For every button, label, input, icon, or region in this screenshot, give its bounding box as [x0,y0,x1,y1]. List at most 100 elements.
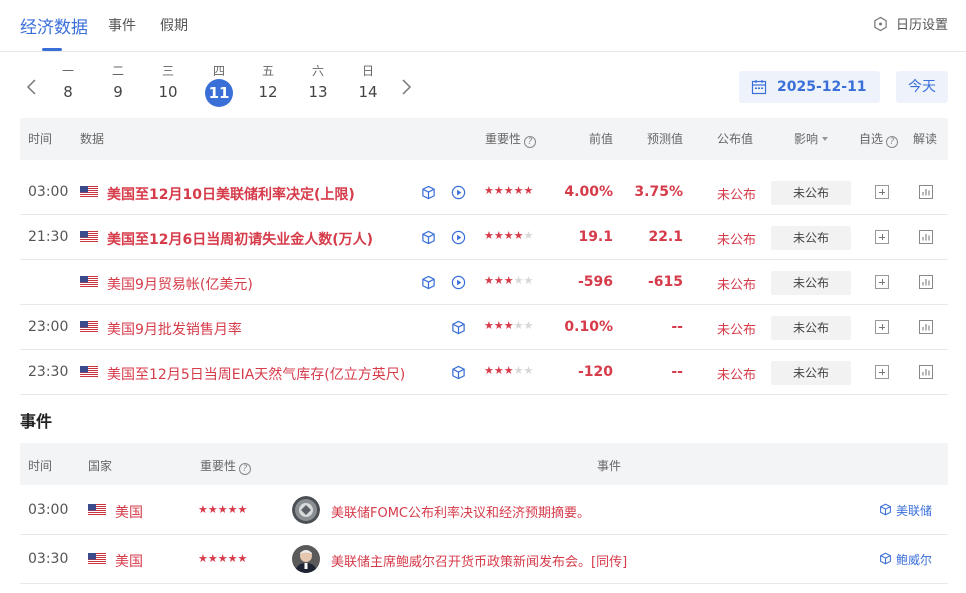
events-section-title: 事件 [20,412,53,431]
bar-chart-icon[interactable] [918,364,934,380]
event-text[interactable]: 美联储主席鲍威尔召开货币政策新闻发布会。[同传] [331,551,627,570]
date-picker[interactable]: 2025-12-11 [739,71,880,103]
row-time: 03:00 [28,184,69,200]
forecast-value: -615 [647,274,683,290]
sort-caret-icon [822,137,829,141]
tab-economic-data[interactable]: 经济数据 [20,13,88,38]
us-flag-icon [80,186,98,198]
event-text[interactable]: 美联储FOMC公布利率决议和经济预期摘要。 [331,502,590,521]
next-week-arrow-icon[interactable] [398,78,414,96]
day-10[interactable]: 三 10 [151,64,185,101]
importance-stars: ★★★★★ [484,184,533,197]
events-header-time: 时间 [28,459,53,473]
data-table-header: 时间 数据 重要性? 前值 预测值 公布值 影响 自选? 解读 [20,118,948,160]
today-button[interactable]: 今天 [896,71,948,103]
forecast-value: 3.75% [634,184,683,200]
published-value: 未公布 [717,323,757,338]
importance-stars: ★★★★★ [198,552,248,565]
bar-chart-icon[interactable] [918,274,934,290]
day-number: 12 [258,83,278,101]
day-12[interactable]: 五 12 [251,64,285,101]
star-icon: ★ [503,319,514,332]
star-icon: ★ [484,229,494,242]
star-icon: ★ [523,364,534,377]
day-14[interactable]: 日 14 [351,64,385,101]
star-icon: ★ [513,229,524,242]
add-watchlist-icon[interactable] [875,185,889,199]
indicator-name[interactable]: 美国至12月6日当周初请失业金人数(万人) [107,229,373,249]
bar-chart-icon[interactable] [918,229,934,245]
importance-stars: ★★★★★ [484,364,533,377]
event-tag-label: 美联储 [895,504,932,518]
events-table-header: 时间 国家 重要性? 事件 [20,443,948,485]
data-table-row: 21:30 美国至12月6日当周初请失业金人数(万人) ★★★★★ 19.1 22.1 未… [20,215,948,260]
star-icon: ★ [523,229,534,242]
tab-events[interactable]: 事件 [108,15,136,35]
previous-value: 0.10% [564,319,613,335]
cube-icon[interactable] [451,365,466,380]
forecast-value: -- [671,319,683,335]
help-icon[interactable]: ? [886,136,899,148]
star-icon: ★ [503,274,514,287]
importance-stars: ★★★★★ [198,503,248,516]
impact-badge: 未公布 [771,361,851,385]
impact-badge: 未公布 [771,181,851,205]
day-13[interactable]: 六 13 [301,64,335,101]
data-table-row: 03:00 美国至12月10日美联储利率决定(上限) ★★★★★ 4.00% 3.75%… [20,170,948,215]
star-icon: ★ [523,184,534,197]
us-flag-icon [88,553,106,565]
selected-date: 2025-12-11 [777,79,867,95]
indicator-name[interactable]: 美国9月贸易帐(亿美元) [107,274,253,294]
add-watchlist-icon[interactable] [875,320,889,334]
add-watchlist-icon[interactable] [875,230,889,244]
us-flag-icon [80,321,98,333]
person-icon [292,545,320,573]
calendar-settings-button[interactable]: 日历设置 [873,14,948,33]
cube-icon[interactable] [421,275,436,290]
header-impact[interactable]: 影响 [794,130,829,147]
cube-icon [879,552,892,568]
importance-stars: ★★★★★ [484,274,533,287]
header-previous: 前值 [589,132,614,146]
weekday-label: 五 [261,64,274,78]
importance-stars: ★★★★★ [484,319,533,332]
play-circle-icon[interactable] [451,185,466,200]
add-watchlist-icon[interactable] [875,275,889,289]
tab-holidays[interactable]: 假期 [160,15,188,35]
impact-badge: 未公布 [771,271,851,295]
calendar-settings-label: 日历设置 [895,18,948,33]
indicator-name[interactable]: 美国至12月5日当周EIA天然气库存(亿立方英尺) [107,364,405,384]
prev-week-arrow-icon[interactable] [24,78,40,96]
add-watchlist-icon[interactable] [875,365,889,379]
star-icon: ★ [513,184,524,197]
bar-chart-icon[interactable] [918,319,934,335]
indicator-name[interactable]: 美国9月批发销售月率 [107,319,242,339]
cube-icon[interactable] [421,185,436,200]
day-11[interactable]: 四 11 [202,64,236,107]
play-circle-icon[interactable] [451,230,466,245]
seal-icon [292,496,320,524]
cube-icon[interactable] [421,230,436,245]
star-icon: ★ [493,184,504,197]
star-icon: ★ [523,274,534,287]
day-9[interactable]: 二9 [101,64,135,101]
play-circle-icon[interactable] [451,275,466,290]
day-8[interactable]: 一8 [51,64,85,101]
star-icon: ★ [503,229,514,242]
previous-value: -596 [577,274,613,290]
header-data: 数据 [80,132,105,146]
cube-icon[interactable] [451,320,466,335]
bar-chart-icon[interactable] [918,184,934,200]
help-icon[interactable]: ? [239,463,252,475]
data-table-row: 美国9月贸易帐(亿美元) ★★★★★ -596 -615 未公布 未公布 [20,260,948,305]
weekday-label: 二 [111,64,124,78]
help-icon[interactable]: ? [524,136,537,148]
data-table-row: 23:30 美国至12月5日当周EIA天然气库存(亿立方英尺) ★★★★★ -120-… [20,350,948,395]
event-tag-label: 鲍威尔 [895,553,932,567]
star-icon: ★ [493,229,504,242]
event-tag-link[interactable]: 美联储 [879,502,932,519]
indicator-name[interactable]: 美国至12月10日美联储利率决定(上限) [107,184,355,204]
calendar-icon [751,80,767,95]
event-time: 03:30 [28,551,69,567]
event-tag-link[interactable]: 鲍威尔 [879,551,932,568]
